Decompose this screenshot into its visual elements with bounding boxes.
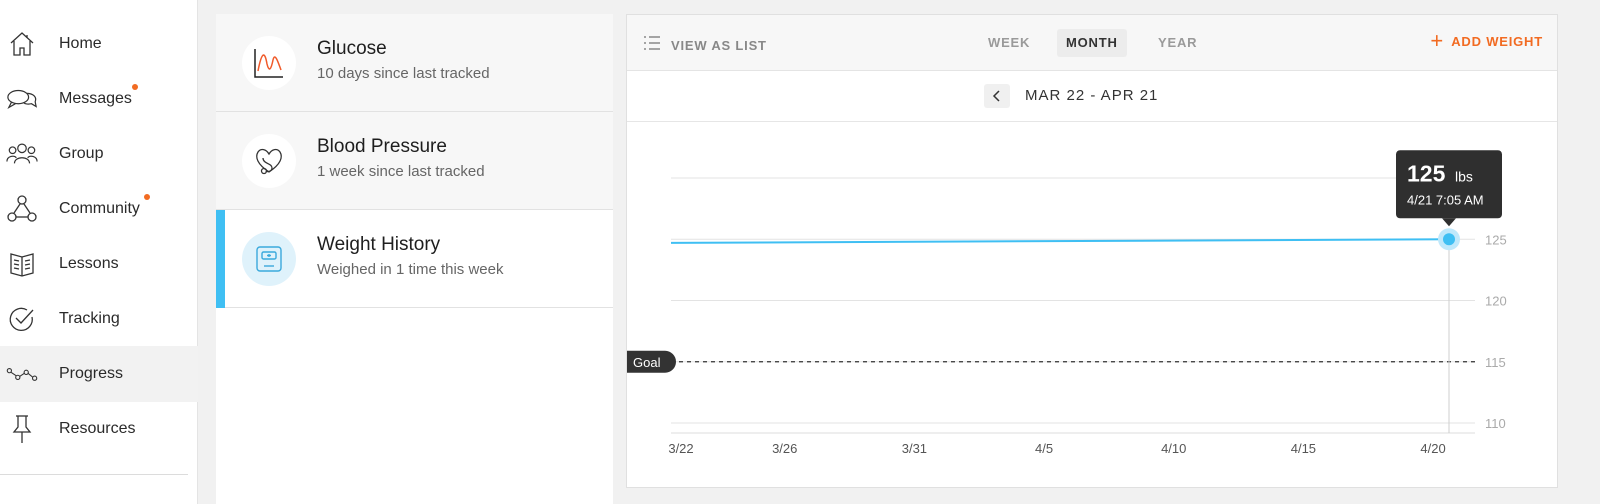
tooltip-unit: lbs bbox=[1455, 168, 1473, 184]
home-icon bbox=[6, 28, 38, 60]
sidebar-item-label: Community bbox=[59, 200, 140, 217]
tracker-title: Blood Pressure bbox=[317, 136, 447, 157]
add-weight-label: ADD WEIGHT bbox=[1451, 33, 1543, 49]
weight-line-chart: 110 115 120 125 3/22 3/26 3/31 4/5 4/10 4/15 4/20 G… bbox=[627, 150, 1507, 456]
tracker-item-weight-history[interactable]: Weight History Weighed in 1 time this we… bbox=[216, 210, 613, 308]
y-tick-label: 125 bbox=[1485, 232, 1507, 247]
sidebar-item-messages[interactable]: Messages bbox=[0, 71, 198, 127]
glucose-chart-icon bbox=[242, 36, 296, 90]
sidebar-item-resources[interactable]: Resources bbox=[0, 401, 198, 457]
data-point bbox=[1443, 233, 1455, 246]
y-tick-label: 120 bbox=[1485, 294, 1507, 309]
tooltip-datetime: 4/21 7:05 AM bbox=[1407, 192, 1484, 207]
sidebar-item-tracking[interactable]: Tracking bbox=[0, 291, 198, 347]
x-tick-label: 4/5 bbox=[1035, 441, 1053, 456]
sidebar-nav: Home Messages Group Community Lessons Tr… bbox=[0, 0, 198, 504]
plus-icon: + bbox=[1430, 28, 1444, 53]
chat-bubbles-icon bbox=[6, 83, 38, 115]
y-tick-label: 115 bbox=[1485, 355, 1506, 370]
add-weight-button[interactable]: + ADD WEIGHT bbox=[1430, 28, 1543, 53]
sidebar-item-label: Lessons bbox=[59, 255, 119, 272]
sidebar-item-label: Tracking bbox=[59, 310, 120, 327]
sidebar-item-label: Progress bbox=[59, 365, 124, 382]
checkmark-circle-icon bbox=[6, 303, 38, 335]
sidebar-item-group[interactable]: Group bbox=[0, 126, 198, 182]
tooltip-value: 125 bbox=[1407, 160, 1446, 186]
sidebar-item-label: Group bbox=[59, 145, 104, 162]
y-tick-label: 110 bbox=[1485, 416, 1506, 431]
book-icon bbox=[6, 248, 38, 280]
chevron-left-icon bbox=[992, 90, 1000, 102]
sidebar-item-home[interactable]: Home bbox=[0, 16, 198, 72]
heart-stethoscope-icon bbox=[242, 134, 296, 188]
sidebar-item-label: Resources bbox=[59, 420, 136, 437]
x-tick-label: 4/10 bbox=[1161, 441, 1186, 456]
notification-dot bbox=[144, 194, 150, 200]
x-tick-label: 3/22 bbox=[668, 441, 693, 456]
tracker-title: Glucose bbox=[317, 38, 387, 59]
tracker-subtitle: 10 days since last tracked bbox=[317, 65, 490, 82]
tracker-list: Glucose 10 days since last tracked Blood… bbox=[216, 14, 613, 504]
tracker-item-glucose[interactable]: Glucose 10 days since last tracked bbox=[216, 14, 613, 112]
x-tick-label: 3/31 bbox=[902, 441, 927, 456]
tab-week[interactable]: WEEK bbox=[979, 29, 1039, 57]
community-network-icon bbox=[6, 193, 38, 225]
tracker-title: Weight History bbox=[317, 234, 441, 255]
sidebar-item-label: Messages bbox=[59, 90, 132, 107]
goal-label: Goal bbox=[633, 355, 661, 370]
view-as-list-label: VIEW AS LIST bbox=[671, 38, 767, 53]
list-icon bbox=[643, 35, 661, 56]
date-navigator: MAR 22 - APR 21 bbox=[627, 71, 1557, 122]
sidebar-item-progress[interactable]: Progress bbox=[0, 346, 198, 402]
previous-period-button[interactable] bbox=[984, 84, 1010, 108]
x-tick-label: 3/26 bbox=[772, 441, 797, 456]
tracker-subtitle: Weighed in 1 time this week bbox=[317, 261, 504, 278]
progress-line-icon bbox=[6, 358, 38, 390]
group-icon bbox=[6, 138, 38, 170]
date-range-label: MAR 22 - APR 21 bbox=[1025, 87, 1159, 104]
sidebar-item-lessons[interactable]: Lessons bbox=[0, 236, 198, 292]
notification-dot bbox=[132, 84, 138, 90]
weight-series-line bbox=[670, 238, 1450, 244]
tab-year[interactable]: YEAR bbox=[1149, 29, 1206, 57]
scale-icon bbox=[242, 232, 296, 286]
tab-month[interactable]: MONTH bbox=[1057, 29, 1127, 57]
x-tick-label: 4/15 bbox=[1291, 441, 1316, 456]
chart-toolbar: VIEW AS LIST WEEK MONTH YEAR + ADD WEIGH… bbox=[627, 15, 1557, 71]
tooltip-pointer bbox=[1442, 218, 1456, 227]
tracker-subtitle: 1 week since last tracked bbox=[317, 163, 485, 180]
sidebar-item-community[interactable]: Community bbox=[0, 181, 198, 237]
pushpin-icon bbox=[6, 413, 38, 445]
sidebar-item-label: Home bbox=[59, 35, 102, 52]
weight-chart-card: VIEW AS LIST WEEK MONTH YEAR + ADD WEIGH… bbox=[626, 14, 1558, 488]
tracker-item-blood-pressure[interactable]: Blood Pressure 1 week since last tracked bbox=[216, 112, 613, 210]
view-as-list-button[interactable]: VIEW AS LIST bbox=[643, 35, 767, 56]
sidebar-divider bbox=[0, 474, 188, 475]
x-tick-label: 4/20 bbox=[1420, 441, 1445, 456]
